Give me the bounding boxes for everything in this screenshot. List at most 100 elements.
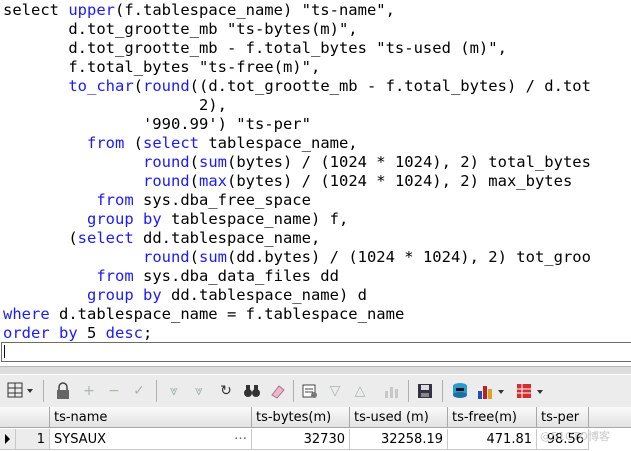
sql-text: (f.tablespace_name) "ts-name", — [115, 1, 395, 19]
column-header-ts-per[interactable]: ts-per — [537, 407, 589, 428]
cell-ts-used[interactable]: 32258.19 — [350, 429, 448, 450]
column-header-ts-bytes[interactable]: ts-bytes(m) — [252, 407, 350, 428]
sql-keyword: select — [143, 134, 199, 152]
chart-disabled-icon[interactable] — [381, 381, 401, 401]
sql-keyword: from — [87, 134, 125, 152]
sql-text: ( — [3, 229, 78, 247]
delete-record-icon[interactable]: − — [104, 381, 124, 401]
cell-ts-free[interactable]: 471.81 — [448, 429, 537, 450]
toolbar-separator — [293, 380, 294, 402]
cell-value: SYSAUX — [54, 432, 106, 447]
sql-line[interactable]: where d.tablespace_name = f.tablespace_n… — [3, 305, 404, 324]
sql-text: sys.dba_free_space — [133, 191, 311, 209]
toolbar-separator — [43, 380, 44, 402]
post-changes-icon[interactable]: ✓ — [129, 381, 149, 401]
sql-editor[interactable]: select upper(f.tablespace_name) "ts-name… — [0, 0, 631, 344]
sql-line[interactable]: round(max(bytes) / (1024 * 1024), 2) max… — [3, 172, 572, 191]
sql-text: ; — [142, 324, 153, 342]
cell-ts-name[interactable]: SYSAUX … — [50, 429, 252, 450]
sql-text: tablespace_name) f, — [161, 210, 349, 228]
sql-line[interactable]: to_char(round((d.tot_grootte_mb - f.tota… — [3, 77, 591, 96]
previous-page-icon[interactable]: △ — [350, 381, 370, 401]
export-database-icon[interactable] — [450, 381, 470, 401]
cell-expand-button[interactable]: … — [234, 429, 247, 446]
sql-text: dd.tablespace_name) d — [161, 286, 367, 304]
sql-text: select — [3, 1, 69, 19]
sql-line[interactable]: d.tot_grootte_mb "ts-bytes(m)", — [3, 20, 358, 39]
chart-dropdown-icon[interactable] — [476, 381, 510, 401]
sql-line[interactable]: '990.99') "ts-per" — [3, 115, 311, 134]
toolbar-separator — [442, 380, 443, 402]
sql-text: ( — [124, 134, 143, 152]
row-number[interactable]: 1 — [16, 429, 50, 450]
header-filler — [589, 407, 631, 428]
sql-line[interactable]: from sys.dba_data_files dd — [3, 267, 339, 286]
refresh-icon[interactable]: ↻ — [216, 381, 236, 401]
sql-text: d.tot_grootte_mb - f.total_bytes "ts-use… — [3, 39, 507, 57]
toolbar-separator — [156, 380, 157, 402]
sql-text: dd.tablespace_name, — [133, 229, 321, 247]
sql-text: d.tot_grootte_mb "ts-bytes(m)", — [3, 20, 358, 38]
lock-icon[interactable] — [53, 381, 73, 401]
results-grid: ts-name ts-bytes(m) ts-used (m) ts-free(… — [0, 407, 631, 451]
text-caret — [4, 345, 5, 358]
column-header-ts-name[interactable]: ts-name — [50, 407, 252, 428]
column-header-ts-used[interactable]: ts-used (m) — [350, 407, 448, 428]
query-by-example-icon[interactable] — [300, 381, 320, 401]
toolbar-separator — [408, 380, 409, 402]
sql-line[interactable]: (select dd.tablespace_name, — [3, 229, 320, 248]
sql-text: tablespace_name, — [199, 134, 358, 152]
sql-text: (bytes) / (1024 * 1024), 2) total_bytes — [227, 153, 591, 171]
save-disk-icon[interactable] — [415, 381, 435, 401]
fetch-last-icon[interactable]: ⩔ — [189, 381, 209, 401]
sql-line[interactable]: order by 5 desc; — [3, 324, 152, 343]
sql-text: ( — [189, 248, 199, 266]
add-record-icon[interactable]: + — [79, 381, 99, 401]
sql-keyword: from — [96, 191, 134, 209]
sql-keyword: round — [142, 172, 190, 190]
sql-keyword: order by — [3, 324, 78, 342]
grid-corner — [0, 407, 50, 428]
sql-keyword: max — [199, 172, 227, 190]
find-binoculars-icon[interactable] — [242, 381, 262, 401]
sql-keyword: group by — [87, 286, 162, 304]
grid-layout-dropdown-icon[interactable] — [6, 381, 36, 401]
sql-line[interactable]: round(sum(dd.bytes) / (1024 * 1024), 2) … — [3, 248, 591, 267]
sql-text: sys.dba_data_files dd — [133, 267, 339, 285]
fetch-next-icon[interactable]: ⩔ — [164, 381, 184, 401]
watermark: @51CTO博客 — [540, 430, 611, 443]
sql-line[interactable]: group by tablespace_name) f, — [3, 210, 348, 229]
sql-text: ( — [133, 77, 143, 95]
current-line-highlight[interactable] — [1, 342, 631, 362]
results-toolbar: + − ✓ ⩔ ⩔ ↻ ▽ △ — [0, 374, 631, 408]
sql-line[interactable]: 2), — [3, 96, 227, 115]
sql-line[interactable]: d.tot_grootte_mb - f.total_bytes "ts-use… — [3, 39, 507, 58]
row-indicator[interactable] — [0, 429, 16, 450]
sql-keyword: select — [77, 229, 134, 247]
sql-keyword: to_char — [68, 77, 134, 95]
sql-keyword: sum — [199, 153, 227, 171]
sql-keyword: where — [3, 305, 50, 323]
sql-line[interactable]: round(sum(bytes) / (1024 * 1024), 2) tot… — [3, 153, 591, 172]
sql-text: f.total_bytes "ts-free(m)", — [3, 58, 321, 76]
sql-keyword: round — [143, 77, 190, 95]
sql-text: d.tablespace_name = f.tablespace_name — [49, 305, 405, 323]
sql-line[interactable]: from sys.dba_free_space — [3, 191, 311, 210]
cell-ts-bytes[interactable]: 32730 — [252, 429, 350, 450]
sql-line[interactable]: group by dd.tablespace_name) d — [3, 286, 367, 305]
sql-line[interactable]: f.total_bytes "ts-free(m)", — [3, 58, 320, 77]
sql-line[interactable]: from (select tablespace_name, — [3, 134, 358, 153]
clear-eraser-icon[interactable] — [268, 381, 288, 401]
table-dropdown-icon[interactable] — [515, 381, 549, 401]
column-header-ts-free[interactable]: ts-free(m) — [448, 407, 537, 428]
next-page-icon[interactable]: ▽ — [325, 381, 345, 401]
sql-line[interactable]: select upper(f.tablespace_name) "ts-name… — [3, 1, 395, 20]
